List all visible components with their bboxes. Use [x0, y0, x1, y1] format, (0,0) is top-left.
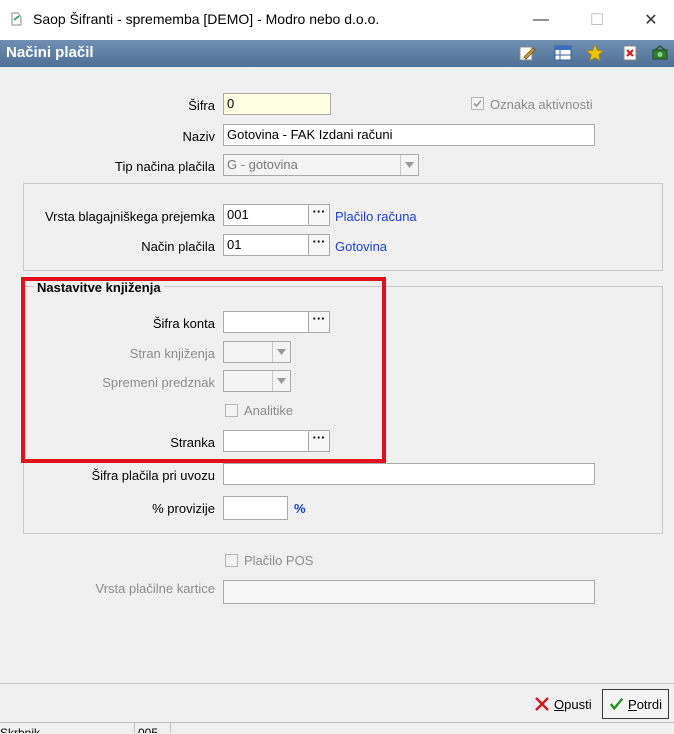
cancel-label: Opusti — [554, 697, 592, 712]
sifra-input[interactable]: 0 — [223, 93, 331, 115]
window-title: Saop Šifranti - sprememba [DEMO] - Modro… — [33, 11, 380, 27]
nacin-placila-label: Način plačila — [141, 239, 215, 254]
ellipsis-icon: ··· — [312, 234, 326, 249]
minimize-icon: — — [533, 11, 549, 28]
bottom-separator — [0, 683, 674, 684]
sifra-placila-pri-uvozu-label: Šifra plačila pri uvozu — [91, 468, 215, 483]
provizije-unit: % — [294, 501, 306, 516]
tip-nacina-placila-select[interactable]: G - gotovina — [223, 154, 419, 176]
page-title: Načini plačil — [6, 44, 94, 61]
chevron-down-icon — [405, 162, 414, 168]
cancel-button[interactable]: Opusti — [528, 690, 598, 718]
dropdown-button[interactable] — [400, 155, 418, 175]
checkmark-icon — [473, 99, 482, 108]
nacin-placila-input[interactable]: 01 — [223, 234, 309, 256]
header-band — [0, 40, 674, 67]
naziv-input[interactable]: Gotovina - FAK Izdani računi — [223, 124, 595, 146]
sifra-label: Šifra — [188, 98, 215, 113]
delete-icon[interactable] — [621, 44, 639, 62]
star-icon[interactable] — [586, 44, 604, 62]
table-icon[interactable] — [554, 44, 572, 62]
minimize-button[interactable]: — — [518, 0, 564, 40]
confirm-accel: P — [628, 696, 637, 712]
vrsta-placilne-kartice-input[interactable] — [223, 580, 595, 604]
status-code: 005 — [138, 722, 171, 733]
sifra-placila-pri-uvozu-input[interactable] — [223, 463, 595, 485]
confirm-button[interactable]: Potrdi — [602, 689, 669, 719]
provizije-label: % provizije — [152, 501, 215, 516]
edit-icon[interactable] — [518, 44, 536, 62]
app-icon — [11, 12, 22, 26]
close-button[interactable]: ✕ — [628, 0, 674, 40]
placilo-pos-label: Plačilo POS — [244, 553, 314, 568]
oznaka-aktivnosti-checkbox[interactable] — [471, 97, 484, 110]
tip-nacina-placila-label: Tip načina plačila — [115, 159, 215, 174]
confirm-label: Potrdi — [628, 697, 662, 712]
nacin-lookup-button[interactable]: ··· — [308, 234, 330, 256]
tip-nacina-placila-value: G - gotovina — [227, 157, 298, 172]
vrsta-lookup-button[interactable]: ··· — [308, 204, 330, 226]
naziv-label: Naziv — [182, 129, 215, 144]
vrsta-blagajniskega-prejemka-input[interactable]: 001 — [223, 204, 309, 226]
close-icon: ✕ — [644, 12, 658, 29]
provizije-input[interactable] — [223, 496, 288, 520]
maximize-icon: ☐ — [589, 12, 605, 29]
ellipsis-icon: ··· — [312, 204, 326, 219]
maximize-button[interactable]: ☐ — [574, 0, 620, 40]
blagajna-group — [23, 183, 663, 271]
checkmark-icon — [609, 697, 624, 711]
vrsta-placilne-kartice-label: Vrsta plačilne kartice — [95, 581, 215, 596]
oznaka-aktivnosti-label: Oznaka aktivnosti — [490, 97, 593, 112]
vrsta-description: Plačilo računa — [335, 209, 417, 224]
confirm-label-rest: otrdi — [636, 696, 662, 712]
cancel-label-rest: pusti — [564, 696, 592, 712]
vrsta-blagajniskega-prejemka-label: Vrsta blagajniškega prejemka — [44, 209, 215, 224]
status-user: Skrbnik — [0, 722, 135, 733]
cancel-accel: O — [554, 696, 565, 712]
highlight-frame — [21, 277, 386, 463]
nacin-description: Gotovina — [335, 239, 388, 254]
placilo-pos-checkbox[interactable] — [225, 554, 238, 567]
cancel-x-icon — [535, 697, 549, 711]
exit-icon[interactable] — [651, 44, 669, 62]
